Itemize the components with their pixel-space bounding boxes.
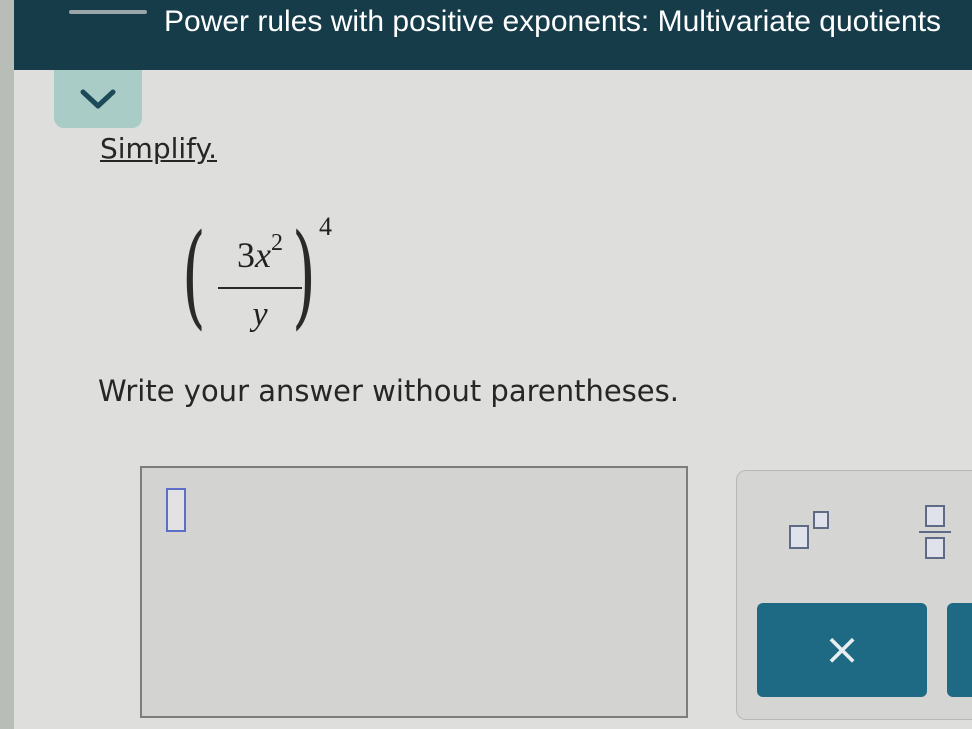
answer-cursor-slot[interactable]	[166, 488, 186, 532]
math-palette: ×	[736, 470, 972, 720]
numerator-variable: x	[255, 235, 271, 275]
problem-prompt: Simplify.	[100, 132, 217, 165]
chevron-down-icon	[80, 89, 116, 109]
clear-button[interactable]: ×	[757, 603, 927, 697]
collapse-toggle-button[interactable]	[54, 70, 142, 128]
close-paren: )	[291, 211, 316, 341]
menu-handle[interactable]	[69, 10, 147, 14]
denominator-box	[925, 537, 945, 559]
power-box	[813, 511, 829, 529]
next-palette-button[interactable]	[947, 603, 972, 697]
instruction-text: Write your answer without parentheses.	[98, 374, 679, 408]
fraction-template-button[interactable]	[913, 501, 957, 563]
base-box	[789, 525, 809, 549]
topic-title: Power rules with positive exponents: Mul…	[164, 5, 942, 38]
fraction-template-bar	[919, 531, 951, 533]
topic-header: Power rules with positive exponents: Mul…	[14, 0, 972, 70]
close-icon: ×	[823, 624, 861, 675]
outer-exponent: 4	[319, 212, 332, 241]
math-expression: ( 3x2 y ) 4	[182, 200, 346, 350]
fraction-bar	[218, 287, 302, 289]
coefficient: 3	[237, 235, 255, 275]
fraction-denominator: y	[252, 296, 268, 333]
open-paren: (	[181, 211, 206, 341]
answer-input-box[interactable]	[140, 466, 688, 718]
left-edge-strip	[0, 0, 14, 729]
inner-exponent: 2	[270, 230, 283, 256]
numerator-box	[925, 505, 945, 527]
fraction-numerator: 3x2	[220, 230, 300, 276]
prompt-text: Simplify	[100, 132, 209, 165]
prompt-period: .	[208, 132, 218, 165]
exponent-template-button[interactable]	[783, 505, 843, 555]
